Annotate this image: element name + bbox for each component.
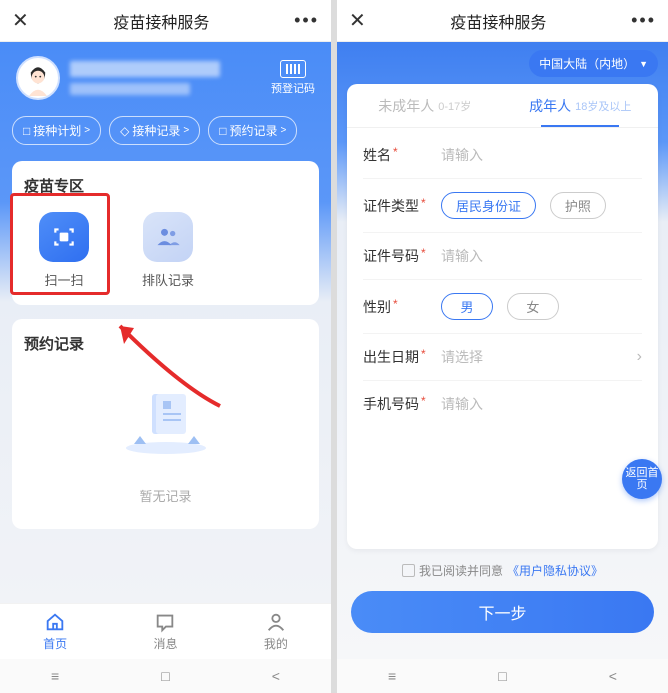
android-back-icon[interactable]: < [272, 668, 280, 684]
chip-record[interactable]: ◇ 接种记录 > [109, 116, 200, 145]
navbar-right: ✕ 疫苗接种服务 ••• [337, 0, 668, 42]
phone-right: ✕ 疫苗接种服务 ••• 中国大陆（内地） ▼ 未成年人 0-17岁 成年人 1… [337, 0, 668, 693]
records-card: 预约记录 暂无记录 [12, 319, 319, 529]
tab-home[interactable]: 首页 [0, 604, 110, 659]
empty-illustration-icon [116, 386, 216, 466]
android-home-icon[interactable]: □ [498, 668, 506, 684]
phone-left: ✕ 疫苗接种服务 ••• 预登记码 [0, 0, 331, 693]
idno-input[interactable]: 请输入 [441, 246, 642, 266]
chip-row: □ 接种计划 > ◇ 接种记录 > □ 预约记录 > [12, 116, 319, 145]
row-name[interactable]: 姓名* 请输入 [363, 132, 642, 179]
close-icon[interactable]: ✕ [349, 8, 366, 33]
more-icon[interactable]: ••• [294, 10, 319, 31]
android-menu-icon[interactable]: ≡ [388, 668, 396, 684]
idtype-passport[interactable]: 护照 [550, 192, 606, 219]
row-phone[interactable]: 手机号码* 请输入 [363, 381, 642, 427]
agree-checkbox[interactable] [402, 564, 415, 577]
more-icon[interactable]: ••• [631, 10, 656, 31]
row-idno[interactable]: 证件号码* 请输入 [363, 233, 642, 280]
form-body: 姓名* 请输入 证件类型* 居民身份证 护照 证件号码* 请输入 性别* [347, 128, 658, 431]
android-nav-left: ≡ □ < [0, 659, 331, 693]
profile-row: 预登记码 [12, 42, 319, 110]
navbar-left: ✕ 疫苗接种服务 ••• [0, 0, 331, 42]
privacy-link[interactable]: 《用户隐私协议》 [507, 562, 603, 579]
barcode-icon [280, 60, 306, 78]
barcode-label: 预登记码 [271, 80, 315, 96]
queue-icon [143, 212, 193, 262]
chevron-right-icon: › [637, 348, 642, 366]
region-select[interactable]: 中国大陆（内地） ▼ [529, 50, 658, 77]
profile-blur [70, 61, 271, 95]
phone-input[interactable]: 请输入 [441, 394, 642, 414]
chip-reserve[interactable]: □ 预约记录 > [208, 116, 297, 145]
age-tabs: 未成年人 0-17岁 成年人 18岁及以上 [347, 84, 658, 128]
page-title: 疫苗接种服务 [113, 9, 209, 33]
android-back-icon[interactable]: < [609, 668, 617, 684]
page-title: 疫苗接种服务 [450, 9, 546, 33]
zone-card: 疫苗专区 扫一扫 [12, 161, 319, 305]
empty-state: 暂无记录 [24, 366, 307, 515]
tab-adult[interactable]: 成年人 18岁及以上 [503, 84, 659, 127]
go-home-button[interactable]: 返回首页 [622, 459, 662, 499]
tab-me[interactable]: 我的 [221, 604, 331, 659]
tabbar-left: 首页 消息 我的 [0, 603, 331, 659]
message-icon [154, 611, 176, 633]
zone-title: 疫苗专区 [24, 175, 307, 196]
close-icon[interactable]: ✕ [12, 8, 29, 33]
next-button[interactable]: 下一步 [351, 591, 654, 633]
content-right: 中国大陆（内地） ▼ 未成年人 0-17岁 成年人 18岁及以上 姓名* 请输入 [337, 42, 668, 659]
empty-text: 暂无记录 [139, 486, 191, 505]
name-input[interactable]: 请输入 [441, 145, 642, 165]
android-nav-right: ≡ □ < [337, 659, 668, 693]
content-left: 预登记码 □ 接种计划 > ◇ 接种记录 > □ 预约记录 > 疫苗专区 [0, 42, 331, 603]
agree-row: 我已阅读并同意 《用户隐私协议》 [337, 562, 668, 579]
form-card: 未成年人 0-17岁 成年人 18岁及以上 姓名* 请输入 证件类型* 居民身份… [347, 84, 658, 549]
chevron-down-icon: ▼ [639, 59, 648, 69]
barcode-button[interactable]: 预登记码 [271, 60, 315, 96]
home-icon [44, 611, 66, 633]
gender-female[interactable]: 女 [507, 293, 559, 320]
chip-plan[interactable]: □ 接种计划 > [12, 116, 101, 145]
row-dob[interactable]: 出生日期* 请选择 › [363, 334, 642, 381]
agree-text: 我已阅读并同意 [419, 562, 503, 579]
android-home-icon[interactable]: □ [161, 668, 169, 684]
avatar[interactable] [16, 56, 60, 100]
tab-msg[interactable]: 消息 [110, 604, 220, 659]
row-idtype: 证件类型* 居民身份证 护照 [363, 179, 642, 233]
profile-icon [265, 611, 287, 633]
row-gender: 性别* 男 女 [363, 280, 642, 334]
idtype-idcard[interactable]: 居民身份证 [441, 192, 536, 219]
android-menu-icon[interactable]: ≡ [51, 668, 59, 684]
tab-minor[interactable]: 未成年人 0-17岁 [347, 84, 503, 127]
dob-select[interactable]: 请选择 [441, 347, 637, 367]
records-title: 预约记录 [24, 333, 307, 354]
scan-icon [39, 212, 89, 262]
gender-male[interactable]: 男 [441, 293, 493, 320]
tool-scan[interactable]: 扫一扫 [32, 212, 96, 289]
tool-queue[interactable]: 排队记录 [136, 212, 200, 289]
